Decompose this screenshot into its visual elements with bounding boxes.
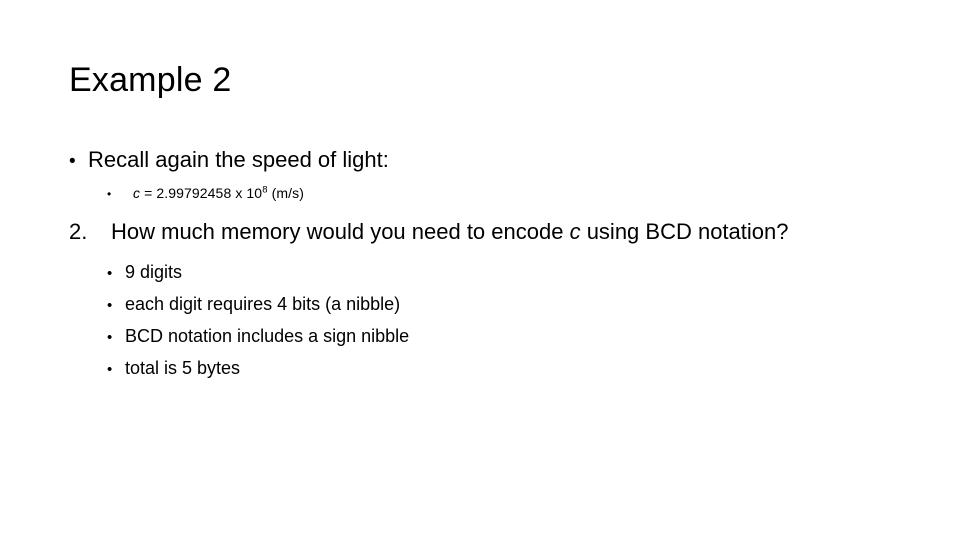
question-text: How much memory would you need to encode… [111, 217, 899, 247]
formula-units: (m/s) [267, 185, 304, 201]
list-item: • each digit requires 4 bits (a nibble) [107, 289, 899, 321]
question-text-before: How much memory would you need to encode [111, 219, 570, 244]
list-number-marker: 2. [69, 219, 88, 244]
answer-text-digits: 9 digits [125, 262, 183, 282]
list-item: • 9 digits [107, 257, 899, 289]
list-item: • BCD notation includes a sign nibble [107, 321, 899, 353]
question-variable-c: c [569, 219, 581, 244]
formula-speed-of-light: c = 2.99792458 x 108 (m/s) [133, 183, 899, 203]
bullet-marker-icon: • [107, 361, 113, 378]
page-title: Example 2 [69, 61, 232, 99]
answer-list: • 9 digits • each digit requires 4 bits … [107, 257, 899, 385]
bullet-marker-icon: • [107, 187, 112, 201]
answer-text-total: total is 5 bytes [125, 358, 241, 378]
bullet-marker-icon: • [69, 151, 76, 172]
bullet-item-speed-of-light: • c = 2.99792458 x 108 (m/s) [107, 183, 899, 204]
bullet-text-recall: Recall again the speed of light: [88, 147, 389, 172]
answer-text-sign-nibble: BCD notation includes a sign nibble [125, 326, 410, 346]
bullet-item-recall: • Recall again the speed of light: [69, 145, 899, 177]
slide-body: • Recall again the speed of light: • c =… [69, 145, 899, 385]
question-text-after: using BCD notation? [580, 219, 789, 244]
bullet-marker-icon: • [107, 297, 113, 314]
bullet-marker-icon: • [107, 265, 113, 282]
formula-value: = 2.99792458 x 10 [140, 185, 263, 201]
list-item: • total is 5 bytes [107, 353, 899, 385]
slide-canvas: Example 2 • Recall again the speed of li… [0, 0, 960, 540]
numbered-item-question: 2. How much memory would you need to enc… [69, 217, 899, 247]
bullet-marker-icon: • [107, 329, 113, 346]
answer-text-nibble: each digit requires 4 bits (a nibble) [125, 294, 401, 314]
